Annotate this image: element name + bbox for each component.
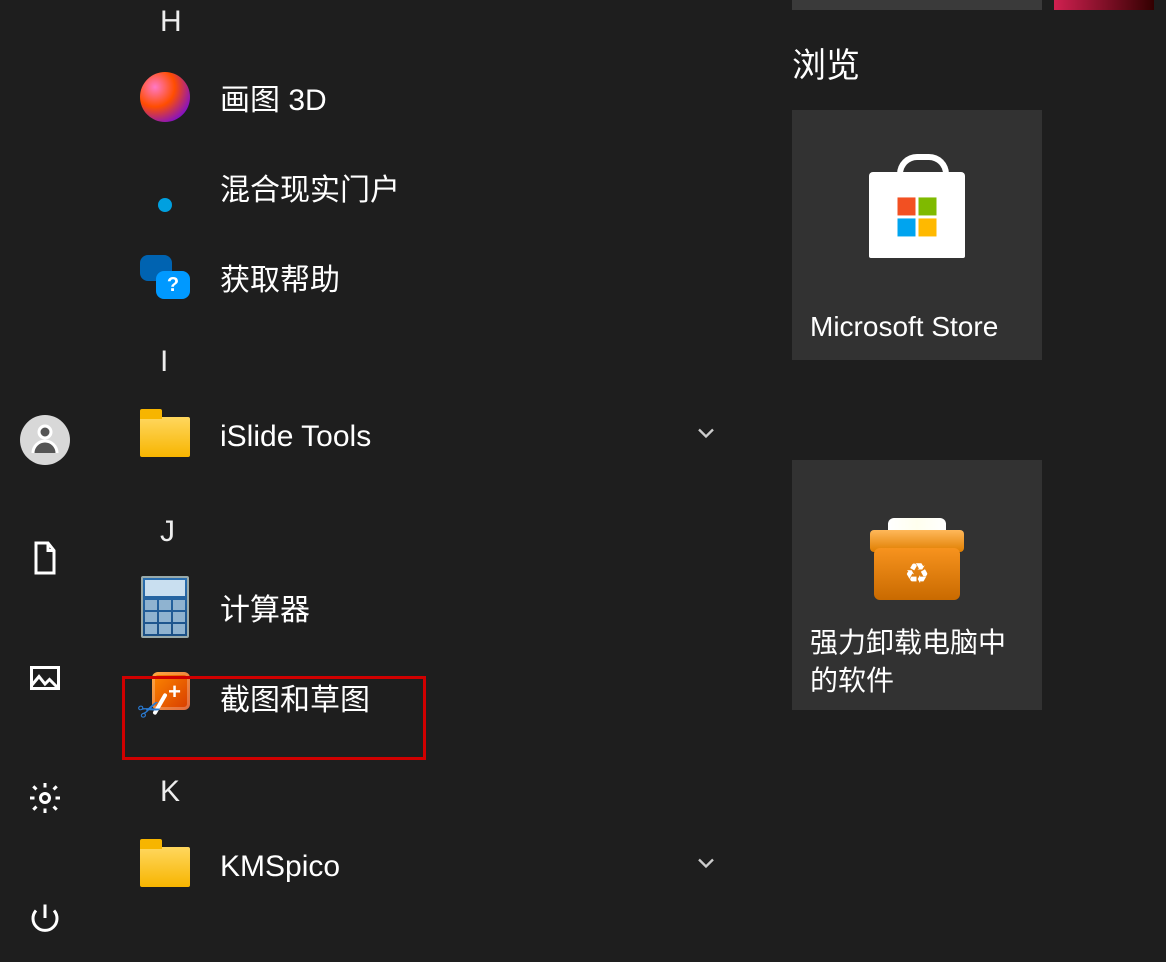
app-calculator[interactable]: 计算器 (120, 562, 760, 652)
person-icon (27, 420, 63, 461)
calculator-icon (140, 582, 190, 632)
chevron-down-icon (692, 849, 720, 885)
uninstall-box-icon: ♻ (874, 530, 960, 600)
section-header-K[interactable]: K (120, 762, 760, 822)
app-label: 截图和草图 (220, 675, 760, 719)
folder-icon (140, 412, 190, 462)
tile-group-title[interactable]: 浏览 (792, 38, 860, 87)
section-letter: I (160, 345, 168, 379)
tile-placeholder[interactable] (792, 0, 1042, 10)
power-button[interactable] (20, 895, 70, 945)
paint3d-icon (140, 72, 190, 122)
section-header-H[interactable]: H (120, 0, 760, 52)
section-letter: K (160, 775, 180, 809)
settings-button[interactable] (20, 775, 70, 825)
app-label: iSlide Tools (220, 420, 760, 454)
section-letter: J (160, 515, 175, 549)
app-label: 获取帮助 (220, 255, 760, 299)
app-label: KMSpico (220, 850, 760, 884)
store-icon (869, 172, 965, 258)
chevron-down-icon (692, 419, 720, 455)
user-account-button[interactable] (20, 415, 70, 465)
app-mixed-reality[interactable]: 混合现实门户 (120, 142, 760, 232)
app-get-help[interactable]: ? 获取帮助 (120, 232, 760, 322)
get-help-icon: ? (140, 252, 190, 302)
all-apps-list: H 画图 3D 混合现实门户 ? 获取帮助 I iSlide Tools (120, 0, 760, 912)
app-label: 画图 3D (220, 75, 760, 119)
tile-label: 强力卸载电脑中的软件 (810, 624, 1024, 700)
snip-sketch-icon: +✂ (140, 672, 190, 722)
tile-microsoft-store[interactable]: Microsoft Store (792, 110, 1042, 360)
section-letter: H (160, 5, 182, 39)
section-header-I[interactable]: I (120, 332, 760, 392)
tile-uninstaller[interactable]: ♻ 强力卸载电脑中的软件 (792, 460, 1042, 710)
folder-icon (140, 842, 190, 892)
pictures-button[interactable] (20, 655, 70, 705)
app-label: 计算器 (220, 585, 760, 629)
document-icon (27, 540, 63, 581)
start-menu: H 画图 3D 混合现实门户 ? 获取帮助 I iSlide Tools (0, 0, 1166, 962)
power-icon (27, 900, 63, 941)
gear-icon (27, 780, 63, 821)
app-kmspico[interactable]: KMSpico (120, 822, 760, 912)
tile-label: Microsoft Store (810, 308, 1024, 346)
mixed-reality-icon (140, 162, 190, 212)
app-snip-and-sketch[interactable]: +✂ 截图和草图 (120, 652, 760, 742)
documents-button[interactable] (20, 535, 70, 585)
section-header-J[interactable]: J (120, 502, 760, 562)
app-paint3d[interactable]: 画图 3D (120, 52, 760, 142)
app-label: 混合现实门户 (220, 165, 760, 209)
start-rail (0, 0, 90, 962)
pictures-icon (27, 660, 63, 701)
tile-placeholder[interactable] (1054, 0, 1154, 10)
app-islide-tools[interactable]: iSlide Tools (120, 392, 760, 482)
